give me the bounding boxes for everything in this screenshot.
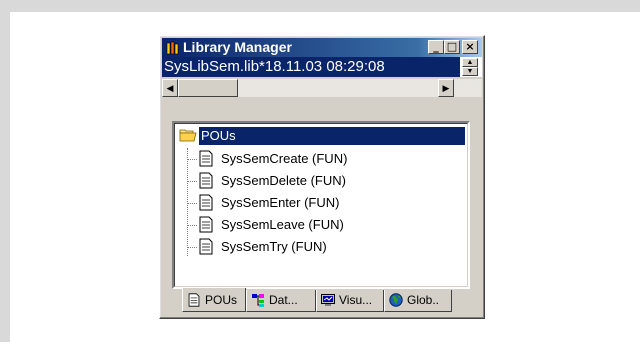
minimize-button[interactable]: _ [428, 40, 444, 54]
globe-icon [389, 293, 403, 307]
library-list[interactable]: SysLibSem.lib*18.11.03 08:29:08 ▲ ▼ [162, 57, 482, 77]
document-icon [188, 293, 200, 307]
tab-label: Glob.. [407, 293, 440, 307]
scrollbar-thumb[interactable] [178, 79, 238, 97]
tree-branch-line [187, 225, 197, 226]
document-icon [199, 150, 213, 167]
scroll-down-arrow-icon[interactable]: ▼ [462, 67, 478, 76]
tree-item-label: SysSemDelete (FUN) [221, 173, 346, 188]
tree-root-label: POUs [199, 127, 465, 145]
tree-branch-line [187, 181, 197, 182]
tab-label: Visu... [339, 293, 373, 307]
window-title: Library Manager [183, 39, 292, 55]
document-icon [199, 194, 213, 211]
scroll-right-arrow-icon[interactable]: ▶ [438, 79, 454, 97]
document-icon [199, 172, 213, 189]
scroll-up-arrow-icon[interactable]: ▲ [462, 58, 478, 67]
tree-branch-line [187, 247, 197, 248]
tree-branch-line [187, 203, 197, 204]
tab-pous[interactable]: POUs [182, 288, 246, 312]
tree-item[interactable]: SysSemLeave (FUN) [187, 214, 457, 236]
page-frame-left [0, 0, 10, 342]
horizontal-scrollbar[interactable]: ◀ ▶ [162, 79, 482, 97]
document-icon [199, 238, 213, 255]
visualization-icon [321, 294, 335, 306]
close-button[interactable]: × [462, 40, 478, 54]
tree-item-label: SysSemCreate (FUN) [221, 151, 348, 166]
tab-global-variables[interactable]: Glob.. [384, 290, 452, 312]
tab-data-types[interactable]: Dat... [246, 290, 316, 312]
tab-label: POUs [205, 293, 238, 307]
library-manager-icon [166, 41, 179, 55]
tree-branch-line [187, 159, 197, 160]
scroll-left-arrow-icon[interactable]: ◀ [162, 79, 178, 97]
tab-label: Dat... [269, 293, 298, 307]
folder-open-icon [179, 129, 197, 142]
page-frame-top [0, 0, 640, 12]
tree-root-pous[interactable]: POUs [179, 127, 465, 145]
tree-item[interactable]: SysSemEnter (FUN) [187, 192, 457, 214]
title-bar[interactable]: Library Manager _ □ × [162, 38, 482, 57]
library-entry[interactable]: SysLibSem.lib*18.11.03 08:29:08 [162, 57, 460, 77]
tree-item[interactable]: SysSemTry (FUN) [187, 236, 457, 258]
pou-tree: POUs SysSemCreate (FUN) SysSemDelete (FU… [172, 121, 470, 289]
library-manager-window: Library Manager _ □ × SysLibSem.lib*18.1… [159, 35, 485, 319]
tab-visualizations[interactable]: Visu... [316, 290, 384, 312]
tree-item-label: SysSemEnter (FUN) [221, 195, 340, 210]
pou-tree-inner: POUs SysSemCreate (FUN) SysSemDelete (FU… [174, 123, 468, 287]
library-list-spinner[interactable]: ▲ ▼ [462, 58, 478, 76]
data-types-icon [252, 294, 264, 307]
tree-item[interactable]: SysSemDelete (FUN) [187, 170, 457, 192]
tree-item-label: SysSemLeave (FUN) [221, 217, 344, 232]
tree-item[interactable]: SysSemCreate (FUN) [187, 148, 457, 170]
maximize-button[interactable]: □ [444, 40, 460, 54]
tab-strip: POUs Dat... Visu... Glob.. [172, 288, 472, 312]
document-icon [199, 216, 213, 233]
tree-item-label: SysSemTry (FUN) [221, 239, 327, 254]
